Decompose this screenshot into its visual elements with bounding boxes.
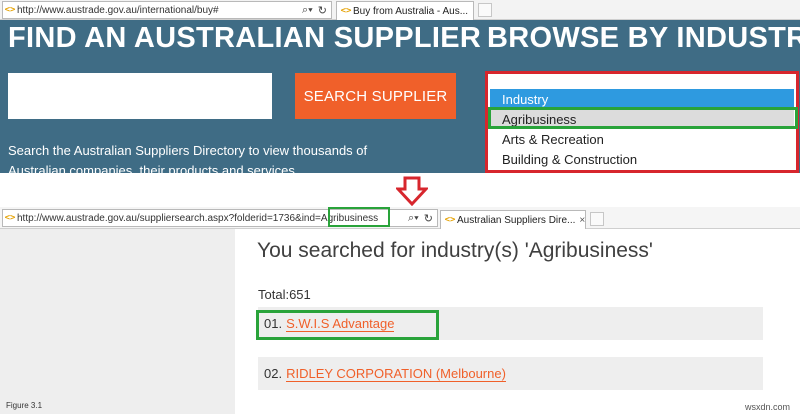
down-arrow-icon [396,176,428,206]
tab-title: Australian Suppliers Dire... [457,214,576,226]
result-link-ridley[interactable]: RIDLEY CORPORATION (Melbourne) [286,366,506,382]
watermark: wsxdn.com [745,402,791,412]
browse-industry-heading: BROWSE BY INDUSTRY [487,22,800,54]
directory-description: Search the Australian Suppliers Director… [8,143,368,173]
new-tab-button[interactable] [590,212,604,226]
address-text-top[interactable]: http://www.austrade.gov.au/international… [17,5,300,16]
refresh-icon[interactable]: ↻ [318,4,327,17]
find-supplier-heading: FIND AN AUSTRALIAN SUPPLIER [8,22,482,54]
tab-page-icon: <> [444,215,456,225]
results-total: Total:651 [258,287,311,302]
search-icon[interactable]: ⌕▾ [408,212,419,225]
tab-page-icon: <> [340,6,352,16]
refresh-icon[interactable]: ↻ [424,212,433,225]
industry-option-industry[interactable]: Industry [490,89,794,109]
results-heading: You searched for industry(s) 'Agribusine… [257,239,653,262]
result-number: 02. [264,366,283,381]
tab-title: Buy from Australia - Aus... [353,5,469,17]
browser-toolbar-top: <> http://www.austrade.gov.au/internatio… [0,0,800,20]
swis-highlight [256,310,439,340]
new-tab-button[interactable] [478,3,492,17]
tab-australian-suppliers[interactable]: <> Australian Suppliers Dire... × [440,210,586,229]
search-icon[interactable]: ⌕▾ [302,4,313,17]
industry-option-building[interactable]: Building & Construction [490,149,794,169]
tab-buy-from-australia[interactable]: <> Buy from Australia - Aus... [336,1,474,20]
address-bar-top[interactable]: <> http://www.austrade.gov.au/internatio… [2,1,332,19]
supplier-search-results-page: You searched for industry(s) 'Agribusine… [0,229,800,414]
address-agribusiness-highlight [328,207,390,227]
figure-caption: Figure 3.1 [6,401,43,410]
austrade-buy-page: FIND AN AUSTRALIAN SUPPLIER BROWSE BY IN… [0,20,800,173]
page-icon: <> [4,5,16,15]
browser-toolbar-bottom: <> http://www.austrade.gov.au/supplierse… [0,207,800,229]
page-icon: <> [4,213,16,223]
supplier-search-input[interactable] [8,73,272,119]
left-sidebar [0,229,235,414]
search-supplier-button[interactable]: SEARCH SUPPLIER [295,73,456,119]
industry-option-arts[interactable]: Arts & Recreation [490,129,794,149]
result-item: 02. RIDLEY CORPORATION (Melbourne) [258,357,763,390]
agribusiness-highlight [488,107,798,129]
close-icon[interactable]: × [575,215,585,226]
